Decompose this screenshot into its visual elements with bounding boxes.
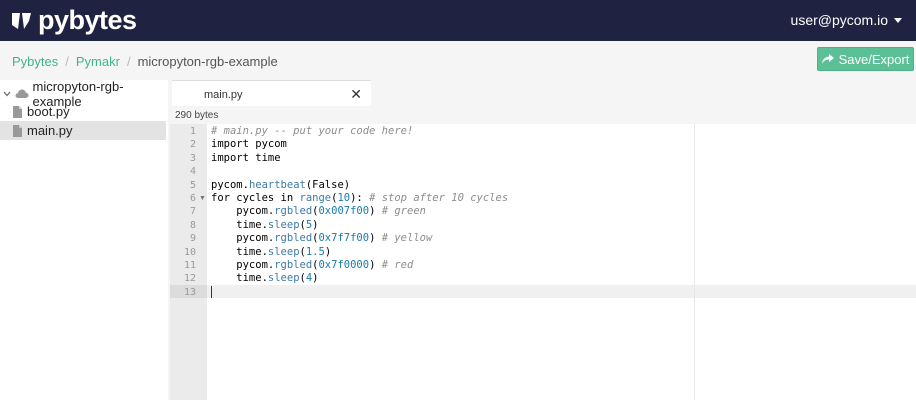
share-arrow-icon [821,52,839,67]
code-token: pycom. [211,259,275,271]
code-line: pycom.rgbled(0x7f7f00) # yellow [211,232,432,245]
code-token: ) [369,259,382,271]
code-token: import time [211,151,281,164]
code-token: sleep [267,272,300,285]
code-token: time. [211,272,268,285]
code-token: rgbled [274,232,313,245]
code-line: import pycom [211,138,287,151]
breadcrumb: Pybytes / Pymakr / micropyton-rgb-exampl… [12,54,278,69]
user-email: user@pycom.io [790,12,888,28]
code-token: 10 [337,192,351,204]
fold-arrow-icon[interactable]: ▼ [199,192,206,205]
code-token: 0x7f0000 [318,259,370,271]
line-number: 13 [183,286,196,298]
print-margin [694,124,695,400]
code-token: (False) [305,178,351,191]
breadcrumb-pybytes[interactable]: Pybytes [12,54,58,69]
code-token: ) [369,232,382,245]
code-token: range [299,192,332,204]
top-navbar: pybytes user@pycom.io [0,0,916,41]
tree-item-main-label: main.py [27,123,73,138]
code-token: ) [324,245,332,258]
code-line: pycom.rgbled(0x7f0000) # red [211,259,413,272]
breadcrumb-current: micropyton-rgb-example [137,54,278,69]
tree-item-boot-label: boot.py [27,104,70,119]
code-token: # main.py -- put your code here! [211,125,414,137]
save-export-button[interactable]: Save/Export [817,47,914,71]
user-menu[interactable]: user@pycom.io [791,12,902,28]
code-token: sleep [267,245,300,258]
caret-down-icon [894,17,902,23]
code-token: time. [211,218,268,231]
line-number: 9 [189,233,196,245]
code-token: ): [350,192,370,204]
line-number: 6 [189,193,196,204]
code-token: sleep [267,218,300,231]
text-cursor [211,286,212,298]
code-line: pycom.rgbled(0x007f00) # green [211,205,426,218]
code-token: pycom. [211,232,275,245]
code-line: import time [211,152,281,165]
code-token: 0x7f7f00 [318,232,370,245]
code-token: time. [211,245,268,258]
line-number: 2 [189,139,196,151]
breadcrumb-pymakr[interactable]: Pymakr [76,54,120,69]
breadcrumb-separator: / [126,54,131,69]
code-token: # yellow [381,232,433,245]
tab-label: main.py [204,89,243,101]
breadcrumb-separator: / [65,54,69,69]
tree-item-main-py[interactable]: main.py [0,121,166,140]
tree-item-project[interactable]: micropyton-rgb-example [0,79,166,109]
logo-text: pybytes [38,5,137,35]
code-token: import pycom [211,138,287,151]
code-token: 0x007f00 [318,205,370,218]
close-icon[interactable]: ✕ [350,86,362,103]
code-token: for cycles in [211,192,300,204]
save-export-label: Save/Export [838,51,910,67]
line-number: 5 [189,179,196,191]
code-line: for cycles in range(10): # stop after 10… [211,192,508,205]
code-line: time.sleep(1.5) [211,246,331,259]
line-number: 4 [189,166,196,178]
pybytes-logo-icon [12,12,32,29]
code-token: pycom. [211,205,275,218]
code-line: time.sleep(5) [211,218,319,232]
chevron-down-icon[interactable] [3,91,13,97]
line-number: 12 [183,273,196,285]
file-size-label: 290 bytes [175,110,219,121]
line-number: 10 [183,246,196,258]
code-token: rgbled [274,205,313,218]
code-token: ) [312,218,319,231]
line-number: 7 [189,206,196,218]
code-token: rgbled [274,259,313,271]
file-icon [13,105,22,118]
breadcrumb-bar: Pybytes / Pymakr / micropyton-rgb-exampl… [0,41,916,80]
code-token: # stop after 10 cycles [369,192,509,204]
code-editor[interactable]: 1 2 3 4 5 6 7 8 9 10 11 12 13 ▼ # main.py -- put your … [170,124,916,400]
line-number: 3 [189,152,196,164]
tab-main-py[interactable]: main.py ✕ [172,80,371,106]
code-line: time.sleep(4) [211,272,319,285]
code-token: heartbeat [248,178,306,191]
line-number: 1 [189,126,196,137]
tree-item-boot-py[interactable]: boot.py [0,102,166,121]
code-line: # main.py -- put your code here! [211,125,413,138]
code-token: ) [369,205,382,218]
line-number: 11 [183,260,196,271]
code-token: # red [381,259,414,271]
file-icon [13,124,22,137]
line-number: 8 [189,219,196,231]
pybytes-logo[interactable]: pybytes [12,7,137,34]
code-token: 1.5 [305,245,325,258]
active-line-highlight [207,285,916,298]
cloud-icon [15,89,29,98]
code-line: pycom.heartbeat(False) [211,179,350,192]
code-token: pycom. [211,178,249,191]
code-token: # green [381,205,426,218]
code-token: ) [312,272,319,285]
